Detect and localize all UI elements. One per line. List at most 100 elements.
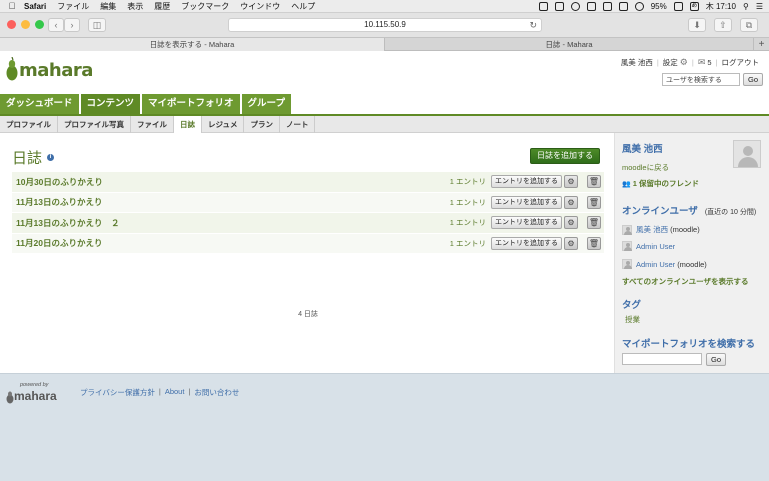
trash-icon[interactable]: 🗑	[587, 236, 601, 250]
inbox-count[interactable]: 5	[707, 58, 711, 67]
add-entry-button[interactable]: エントリを追加する	[491, 236, 562, 250]
privacy-link[interactable]: プライバシー保護方針	[80, 387, 155, 398]
back-button[interactable]: ‹	[48, 18, 64, 32]
apple-icon[interactable]: 	[0, 1, 24, 11]
journal-title-link[interactable]: 11月13日のふりかえり	[16, 196, 102, 208]
lock-icon[interactable]	[586, 2, 596, 11]
trash-icon[interactable]: 🗑	[587, 195, 601, 209]
subnav-resume[interactable]: レジュメ	[202, 116, 245, 133]
back-to-moodle-link[interactable]: moodleに戻る	[622, 163, 669, 172]
profile-name-link[interactable]: 風美 池西	[622, 141, 663, 155]
subnav-journal[interactable]: 日誌	[174, 116, 202, 133]
avatar	[622, 224, 632, 235]
trash-icon[interactable]: 🗑	[587, 216, 601, 230]
user-search-go-button[interactable]: Go	[742, 73, 763, 86]
journal-total: 4 日誌	[298, 311, 318, 318]
gear-icon[interactable]: ⚙	[564, 236, 578, 250]
share-button[interactable]: ⇧	[714, 18, 732, 32]
gear-icon[interactable]: ⚙	[564, 216, 578, 230]
settings-link[interactable]: 設定	[663, 57, 678, 68]
inbox-icon[interactable]: ✉	[698, 57, 706, 68]
menu-view[interactable]: 表示	[127, 1, 143, 12]
user-search-input[interactable]	[661, 73, 740, 86]
add-entry-button[interactable]: エントリを追加する	[491, 175, 562, 189]
gear-icon[interactable]: ⚙	[564, 195, 578, 209]
menu-window[interactable]: ウインドウ	[240, 1, 280, 12]
online-user-name[interactable]: Admin User	[636, 242, 675, 251]
tab-overview-button[interactable]: ⧉	[740, 18, 758, 32]
tag-link[interactable]: 授業	[625, 315, 640, 324]
notification-center-icon[interactable]: ☰	[756, 2, 763, 11]
input-method-icon[interactable]: あ	[689, 2, 699, 11]
menu-file[interactable]: ファイル	[57, 1, 89, 12]
zoom-window-button[interactable]	[35, 20, 44, 29]
logout-link[interactable]: ログアウト	[722, 57, 760, 68]
nav-portfolio[interactable]: マイポートフォリオ	[142, 94, 240, 114]
journal-title-link[interactable]: 11月20日のふりかえり	[16, 237, 102, 249]
show-all-online-link[interactable]: すべてのオンラインユーザを表示する	[622, 277, 749, 286]
contact-link[interactable]: お問い合わせ	[194, 387, 239, 398]
menubar-status: 95% あ 木 17:10 ⚲ ☰	[538, 0, 763, 13]
online-user-suffix: (moodle)	[670, 225, 700, 234]
spotlight-icon[interactable]: ⚲	[743, 2, 749, 11]
battery-icon[interactable]	[673, 2, 683, 11]
subnav-files[interactable]: ファイル	[131, 116, 174, 133]
tab-journal[interactable]: 日誌 - Mahara	[384, 38, 753, 51]
forward-button[interactable]: ›	[64, 18, 80, 32]
menu-history[interactable]: 履歴	[154, 1, 170, 12]
user-name-link[interactable]: 風美 池西	[621, 57, 653, 68]
online-user-name[interactable]: 風美 池西	[636, 224, 668, 235]
close-window-button[interactable]	[7, 20, 16, 29]
entry-count: 1 エントリ	[449, 218, 486, 228]
sidebar-toggle-button[interactable]: ◫	[88, 18, 106, 32]
address-bar[interactable]: 10.115.50.9 ↻	[228, 18, 542, 32]
subnav-notes[interactable]: ノート	[280, 116, 316, 133]
online-user-name[interactable]: Admin User	[636, 260, 675, 269]
clock[interactable]: 木 17:10	[706, 1, 736, 12]
pear-icon	[6, 391, 14, 404]
menu-help[interactable]: ヘルプ	[291, 1, 315, 12]
evernote-icon[interactable]	[538, 2, 548, 11]
powered-by-logo[interactable]: powered by mahara	[6, 382, 70, 404]
tab-journal-view[interactable]: 日誌を表示する - Mahara	[0, 38, 384, 51]
downloads-button[interactable]: ⬇	[688, 18, 706, 32]
subnav-profile-picture[interactable]: プロファイル写真	[58, 116, 131, 133]
add-entry-button[interactable]: エントリを追加する	[491, 216, 562, 230]
info-icon[interactable]: i	[47, 154, 55, 161]
subnav-plans[interactable]: プラン	[244, 116, 280, 133]
gear-icon[interactable]: ⚙	[564, 175, 578, 189]
add-entry-button[interactable]: エントリを追加する	[491, 195, 562, 209]
document-icon[interactable]	[554, 2, 564, 11]
subnav-profile[interactable]: プロファイル	[0, 116, 58, 133]
add-journal-button[interactable]: 日誌を追加する	[530, 148, 600, 164]
new-tab-button[interactable]: +	[753, 38, 769, 51]
journal-title-link[interactable]: 11月13日のふりかえり ２	[16, 217, 119, 229]
wifi-icon[interactable]	[634, 2, 644, 11]
gear-icon[interactable]: ⚙	[680, 57, 688, 68]
page-title: 日誌 i	[12, 147, 55, 168]
journal-title-link[interactable]: 10月30日のふりかえり	[16, 176, 103, 188]
avatar[interactable]	[733, 140, 761, 168]
online-users-note: (直近の 10 分間)	[704, 209, 757, 216]
nav-content[interactable]: コンテンツ	[80, 94, 141, 114]
trash-icon[interactable]: 🗑	[587, 175, 601, 189]
tab-title: 日誌を表示する - Mahara	[149, 40, 235, 49]
nav-dashboard[interactable]: ダッシュボード	[0, 94, 79, 114]
menu-bookmarks[interactable]: ブックマーク	[181, 1, 229, 12]
nav-groups[interactable]: グループ	[241, 94, 291, 114]
portfolio-search-input[interactable]	[622, 353, 702, 365]
portfolio-search-go-button[interactable]: Go	[706, 353, 727, 366]
dropbox-icon[interactable]	[602, 2, 612, 11]
online-users-header: オンラインユーザ (直近の 10 分間)	[622, 203, 756, 217]
about-link[interactable]: About	[165, 387, 185, 398]
menu-edit[interactable]: 編集	[100, 1, 116, 12]
app-menu[interactable]: Safari	[24, 2, 46, 11]
mahara-logo[interactable]: mahara	[6, 57, 93, 81]
web-page: mahara 風美 池西 | 設定 ⚙ | ✉ 5 | ログアウト Go ダッシ…	[0, 51, 769, 481]
minimize-window-button[interactable]	[21, 20, 30, 29]
airplay-icon[interactable]	[618, 2, 628, 11]
journal-row: 10月30日のふりかえり 1 エントリ エントリを追加する ⚙ 🗑	[12, 172, 604, 193]
sync-icon[interactable]	[570, 2, 580, 11]
pending-friends-link[interactable]: 1 保留中のフレンド	[633, 178, 699, 189]
reload-icon[interactable]: ↻	[529, 19, 537, 31]
